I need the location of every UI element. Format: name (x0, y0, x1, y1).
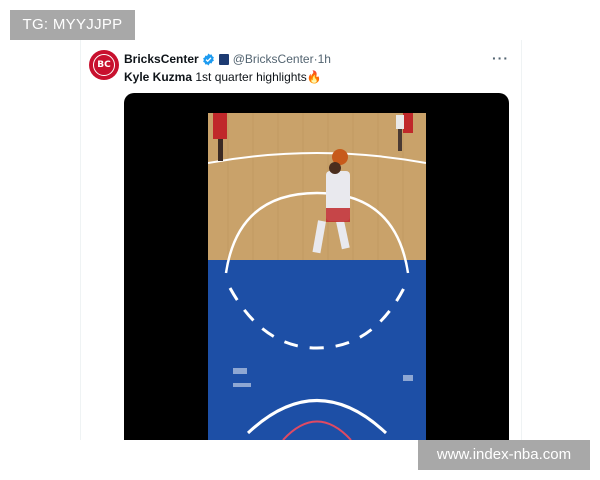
tweet-card[interactable]: BC BricksCenter @BricksCenter · 1h ··· K… (80, 40, 522, 440)
avatar-logo: BC (93, 54, 115, 76)
tweet-text-rest: 1st quarter highlights (192, 70, 307, 84)
author-name[interactable]: BricksCenter (124, 51, 199, 67)
avatar[interactable]: BC (89, 50, 119, 80)
tweet-text: Kyle Kuzma 1st quarter highlights🔥 (124, 69, 322, 85)
tweet-video[interactable] (124, 93, 509, 440)
tweet-text-bold: Kyle Kuzma (124, 70, 193, 84)
website-watermark: www.index-nba.com (418, 440, 590, 470)
timestamp[interactable]: 1h (318, 51, 331, 67)
tg-label: TG: MYYJJPP (10, 10, 135, 40)
verified-badge-icon (202, 53, 215, 66)
basketball-court-video-frame (208, 113, 426, 440)
fire-emoji: 🔥 (306, 70, 322, 84)
more-options-icon[interactable]: ··· (492, 50, 509, 66)
tweet-header: BricksCenter @BricksCenter · 1h (124, 51, 331, 67)
author-handle[interactable]: @BricksCenter (233, 51, 314, 67)
team-logo-icon (218, 53, 229, 65)
